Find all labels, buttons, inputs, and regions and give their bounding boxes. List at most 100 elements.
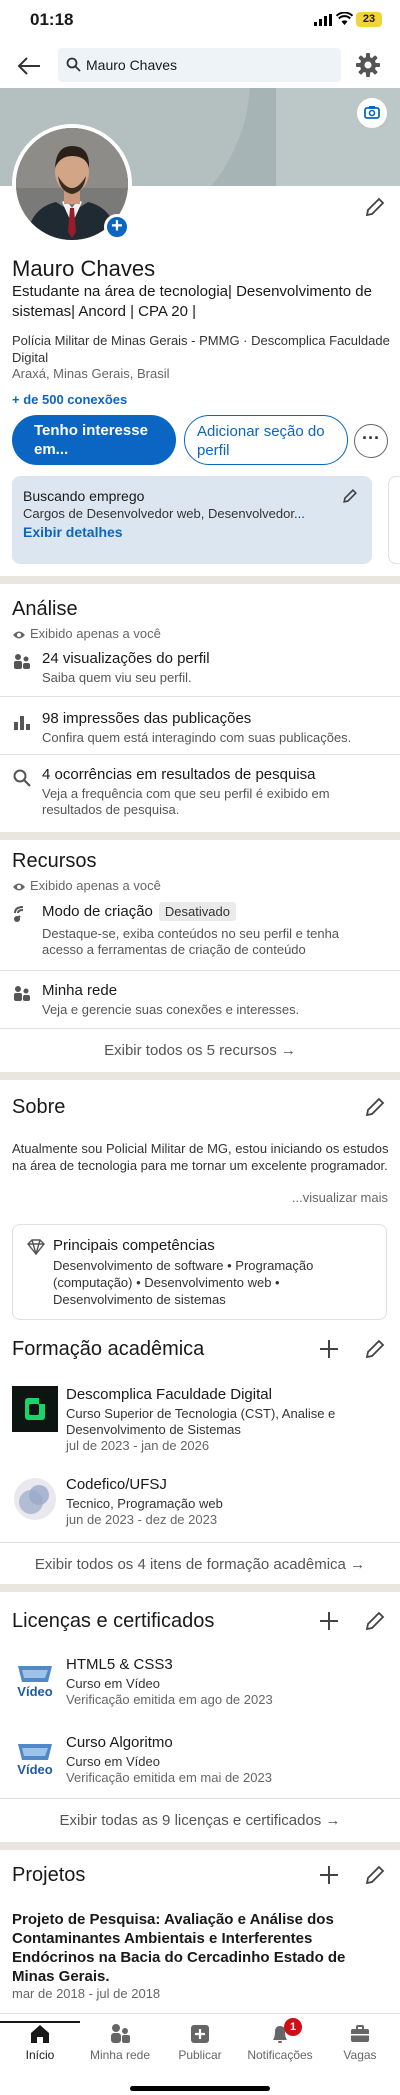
search-appearances-title: 4 ocorrências em resultados de pesquisa bbox=[42, 766, 316, 783]
post-impressions-stat[interactable]: 98 impressões das publicações Confira qu… bbox=[0, 710, 400, 750]
license-issuer: Curso em Vídeo bbox=[66, 1676, 160, 1691]
education-degree: Tecnico, Programação web bbox=[66, 1496, 223, 1511]
top-skills-list: Desenvolvimento de software • Programaçã… bbox=[53, 1258, 314, 1307]
resources-section: Recursos Exibido apenas a você Modo de c… bbox=[0, 840, 400, 1072]
status-bar: 01:18 23 bbox=[0, 0, 400, 44]
license-entry[interactable]: Vídeo Curso Algoritmo Curso em Vídeo Ver… bbox=[0, 1734, 400, 1794]
home-icon bbox=[31, 2025, 49, 2043]
my-network-item[interactable]: Minha rede Veja e gerencie suas conexões… bbox=[0, 982, 400, 1022]
home-indicator bbox=[130, 2086, 270, 2091]
projects-title: Projetos bbox=[12, 1864, 86, 1886]
open-to-work-card[interactable]: Buscando emprego Cargos de Desenvolvedor… bbox=[12, 476, 372, 564]
profile-views-sub: Saiba quem viu seu perfil. bbox=[42, 670, 192, 685]
profile-views-stat[interactable]: 24 visualizações do perfil Saiba quem vi… bbox=[0, 650, 400, 690]
edit-education-pencil-icon[interactable] bbox=[364, 1338, 386, 1360]
curso-em-video-logo: Vídeo bbox=[12, 1734, 58, 1780]
education-entry[interactable]: Descomplica Faculdade Digital Curso Supe… bbox=[0, 1386, 400, 1456]
add-profile-section-button[interactable]: Adicionar seção do perfil bbox=[184, 415, 348, 465]
profile-location: Araxá, Minas Gerais, Brasil bbox=[12, 366, 170, 381]
edit-intro-pencil-icon[interactable] bbox=[364, 196, 386, 218]
add-education-plus-icon[interactable] bbox=[318, 1338, 340, 1360]
back-arrow-icon[interactable] bbox=[16, 54, 42, 78]
search-appearances-stat[interactable]: 4 ocorrências em resultados de pesquisa … bbox=[0, 766, 400, 822]
people-icon bbox=[111, 2024, 130, 2043]
edit-open-to-work-pencil-icon[interactable] bbox=[342, 488, 358, 504]
show-all-education-link[interactable]: Exibir todos os 4 itens de formação acad… bbox=[0, 1556, 400, 1573]
resources-private-note: Exibido apenas a você bbox=[12, 878, 161, 893]
license-entry[interactable]: Vídeo HTML5 & CSS3 Curso em Vídeo Verifi… bbox=[0, 1656, 400, 1716]
people-icon bbox=[14, 986, 30, 1001]
nav-my-network[interactable]: Minha rede bbox=[80, 2022, 160, 2062]
education-school: Descomplica Faculdade Digital bbox=[66, 1386, 272, 1403]
nav-notifications[interactable]: Notificações bbox=[240, 2022, 320, 2062]
my-network-sub: Veja e gerencie suas conexões e interess… bbox=[42, 1002, 300, 1017]
my-network-title: Minha rede bbox=[42, 982, 118, 999]
nav-jobs[interactable]: Vagas bbox=[320, 2022, 400, 2062]
education-degree: Curso Superior de Tecnologia (CST), Anal… bbox=[66, 1406, 336, 1437]
project-title[interactable]: Projeto de Pesquisa: Avaliação e Análise… bbox=[12, 1910, 372, 1986]
show-all-licenses-link[interactable]: Exibir todas as 9 licenças e certificado… bbox=[0, 1812, 400, 1829]
more-options-button[interactable]: ··· bbox=[354, 424, 388, 458]
profile-name: Mauro Chaves bbox=[12, 256, 156, 281]
show-all-resources-link[interactable]: Exibir todos os 5 recursos → bbox=[0, 1042, 400, 1059]
about-section: Sobre Atualmente sou Policial Militar de… bbox=[0, 1080, 400, 1330]
creator-mode-item[interactable]: Modo de criação Desativado Destaque-se, e… bbox=[0, 902, 400, 962]
add-license-plus-icon[interactable] bbox=[318, 1610, 340, 1632]
nav-post[interactable]: Publicar bbox=[160, 2022, 240, 2062]
eye-icon bbox=[13, 883, 25, 891]
creator-mode-label: Modo de criação bbox=[42, 903, 153, 920]
nav-jobs-label: Vagas bbox=[343, 2048, 377, 2062]
eye-icon bbox=[13, 631, 25, 639]
education-entry[interactable]: Codefico/UFSJ Tecnico, Programação web j… bbox=[0, 1476, 400, 1536]
add-photo-icon[interactable]: + bbox=[104, 214, 130, 240]
education-dates: jun de 2023 - dez de 2023 bbox=[66, 1512, 218, 1527]
open-to-button[interactable]: Tenho interesse em... bbox=[12, 415, 176, 465]
nav-home[interactable]: Início bbox=[0, 2021, 80, 2062]
edit-projects-pencil-icon[interactable] bbox=[364, 1864, 386, 1886]
analytics-title: Análise bbox=[12, 598, 78, 620]
edit-licenses-pencil-icon[interactable] bbox=[364, 1610, 386, 1632]
project-dates: mar de 2018 - jul de 2018 bbox=[12, 1986, 161, 2001]
projects-section: Projetos Projeto de Pesquisa: Avaliação … bbox=[0, 1850, 400, 2015]
analytics-private-note: Exibido apenas a você bbox=[12, 626, 161, 641]
resources-private-text: Exibido apenas a você bbox=[30, 878, 161, 893]
top-skills-card[interactable]: Principais competências Desenvolvimento … bbox=[12, 1224, 387, 1320]
notification-count-badge: 1 bbox=[284, 2018, 302, 2036]
people-icon bbox=[14, 654, 30, 669]
next-card-peek[interactable] bbox=[388, 476, 400, 564]
edit-about-pencil-icon[interactable] bbox=[364, 1096, 386, 1118]
education-section: Formação acadêmica Descomplica Faculdade… bbox=[0, 1330, 400, 1584]
battery-icon: 23 bbox=[356, 12, 382, 27]
open-to-work-details-link[interactable]: Exibir detalhes bbox=[23, 524, 123, 540]
add-project-plus-icon[interactable] bbox=[318, 1864, 340, 1886]
analytics-section: Análise Exibido apenas a você 24 visuali… bbox=[0, 584, 400, 832]
search-bar[interactable] bbox=[58, 48, 341, 82]
creator-mode-status-badge: Desativado bbox=[158, 902, 236, 921]
education-dates: jul de 2023 - jan de 2026 bbox=[66, 1438, 210, 1453]
see-more-link[interactable]: ...visualizar mais bbox=[292, 1190, 388, 1205]
connections-link[interactable]: + de 500 conexões bbox=[12, 392, 127, 407]
analytics-private-text: Exibido apenas a você bbox=[30, 626, 161, 641]
profile-headline: Estudante na área de tecnologia| Desenvo… bbox=[12, 283, 372, 320]
profile-company: Polícia Militar de Minas Gerais - PMMG ·… bbox=[12, 333, 390, 365]
search-appearances-sub: Veja a frequência com que seu perfil é e… bbox=[42, 786, 330, 817]
search-icon bbox=[13, 769, 31, 787]
status-time: 01:18 bbox=[30, 10, 74, 29]
briefcase-icon bbox=[351, 2025, 369, 2042]
camera-icon[interactable] bbox=[357, 98, 387, 128]
license-name: Curso Algoritmo bbox=[66, 1734, 173, 1751]
satellite-icon bbox=[14, 906, 24, 922]
licenses-title: Licenças e certificados bbox=[12, 1610, 215, 1632]
license-date: Verificação emitida em ago de 2023 bbox=[66, 1692, 273, 1707]
descomplica-logo bbox=[12, 1386, 58, 1432]
license-name: HTML5 & CSS3 bbox=[66, 1656, 173, 1673]
license-logo-text: Vídeo bbox=[17, 1762, 52, 1777]
diamond-icon bbox=[27, 1239, 45, 1255]
education-school: Codefico/UFSJ bbox=[66, 1476, 167, 1493]
about-title: Sobre bbox=[12, 1096, 66, 1118]
gear-icon[interactable] bbox=[355, 52, 381, 78]
search-input[interactable] bbox=[86, 48, 336, 82]
creator-mode-title: Modo de criação Desativado bbox=[42, 902, 236, 921]
nav-post-label: Publicar bbox=[178, 2048, 222, 2062]
profile-views-title: 24 visualizações do perfil bbox=[42, 650, 210, 667]
